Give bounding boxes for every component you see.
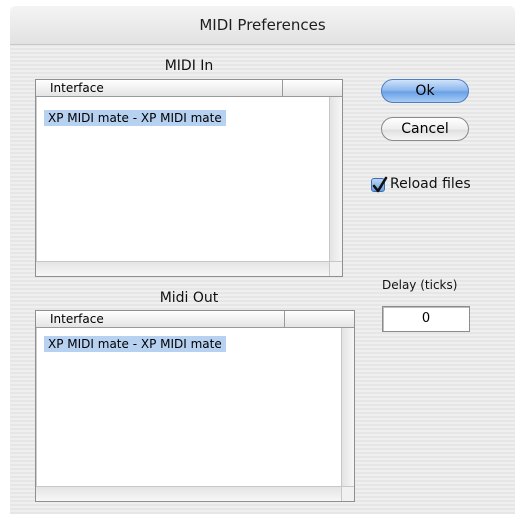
midi-out-label: Midi Out: [159, 290, 219, 306]
midi-in-horizontal-scrollbar[interactable]: [36, 261, 329, 276]
midi-in-list-header: Interface: [36, 80, 342, 97]
reload-files-label[interactable]: Reload files: [390, 176, 471, 192]
midi-out-list-item[interactable]: XP MIDI mate - XP MIDI mate: [44, 336, 226, 352]
midi-in-list-item[interactable]: XP MIDI mate - XP MIDI mate: [44, 110, 226, 126]
midi-in-label: MIDI In: [164, 58, 214, 74]
column-header-interface[interactable]: Interface: [44, 80, 284, 96]
delay-label: Delay (ticks): [382, 278, 458, 292]
midi-out-list[interactable]: Interface XP MIDI mate - XP MIDI mate: [35, 310, 355, 502]
preferences-window: MIDI Preferences MIDI In Interface XP MI…: [10, 6, 515, 514]
delay-input[interactable]: 0: [382, 306, 470, 332]
column-header-interface[interactable]: Interface: [44, 311, 284, 327]
window-title: MIDI Preferences: [10, 6, 515, 45]
column-header-extra[interactable]: [283, 80, 330, 96]
ok-button[interactable]: Ok: [381, 79, 469, 103]
reload-files-checkbox[interactable]: [371, 176, 388, 193]
midi-out-list-header: Interface: [36, 311, 354, 328]
column-header-extra[interactable]: [285, 311, 341, 327]
midi-out-horizontal-scrollbar[interactable]: [36, 486, 341, 501]
resize-corner: [341, 486, 354, 501]
cancel-button[interactable]: Cancel: [381, 117, 469, 141]
checkmark-icon: [372, 176, 388, 193]
midi-in-list[interactable]: Interface XP MIDI mate - XP MIDI mate: [35, 79, 343, 277]
midi-out-vertical-scrollbar[interactable]: [341, 328, 354, 486]
resize-corner: [329, 261, 342, 276]
midi-in-vertical-scrollbar[interactable]: [329, 97, 342, 261]
